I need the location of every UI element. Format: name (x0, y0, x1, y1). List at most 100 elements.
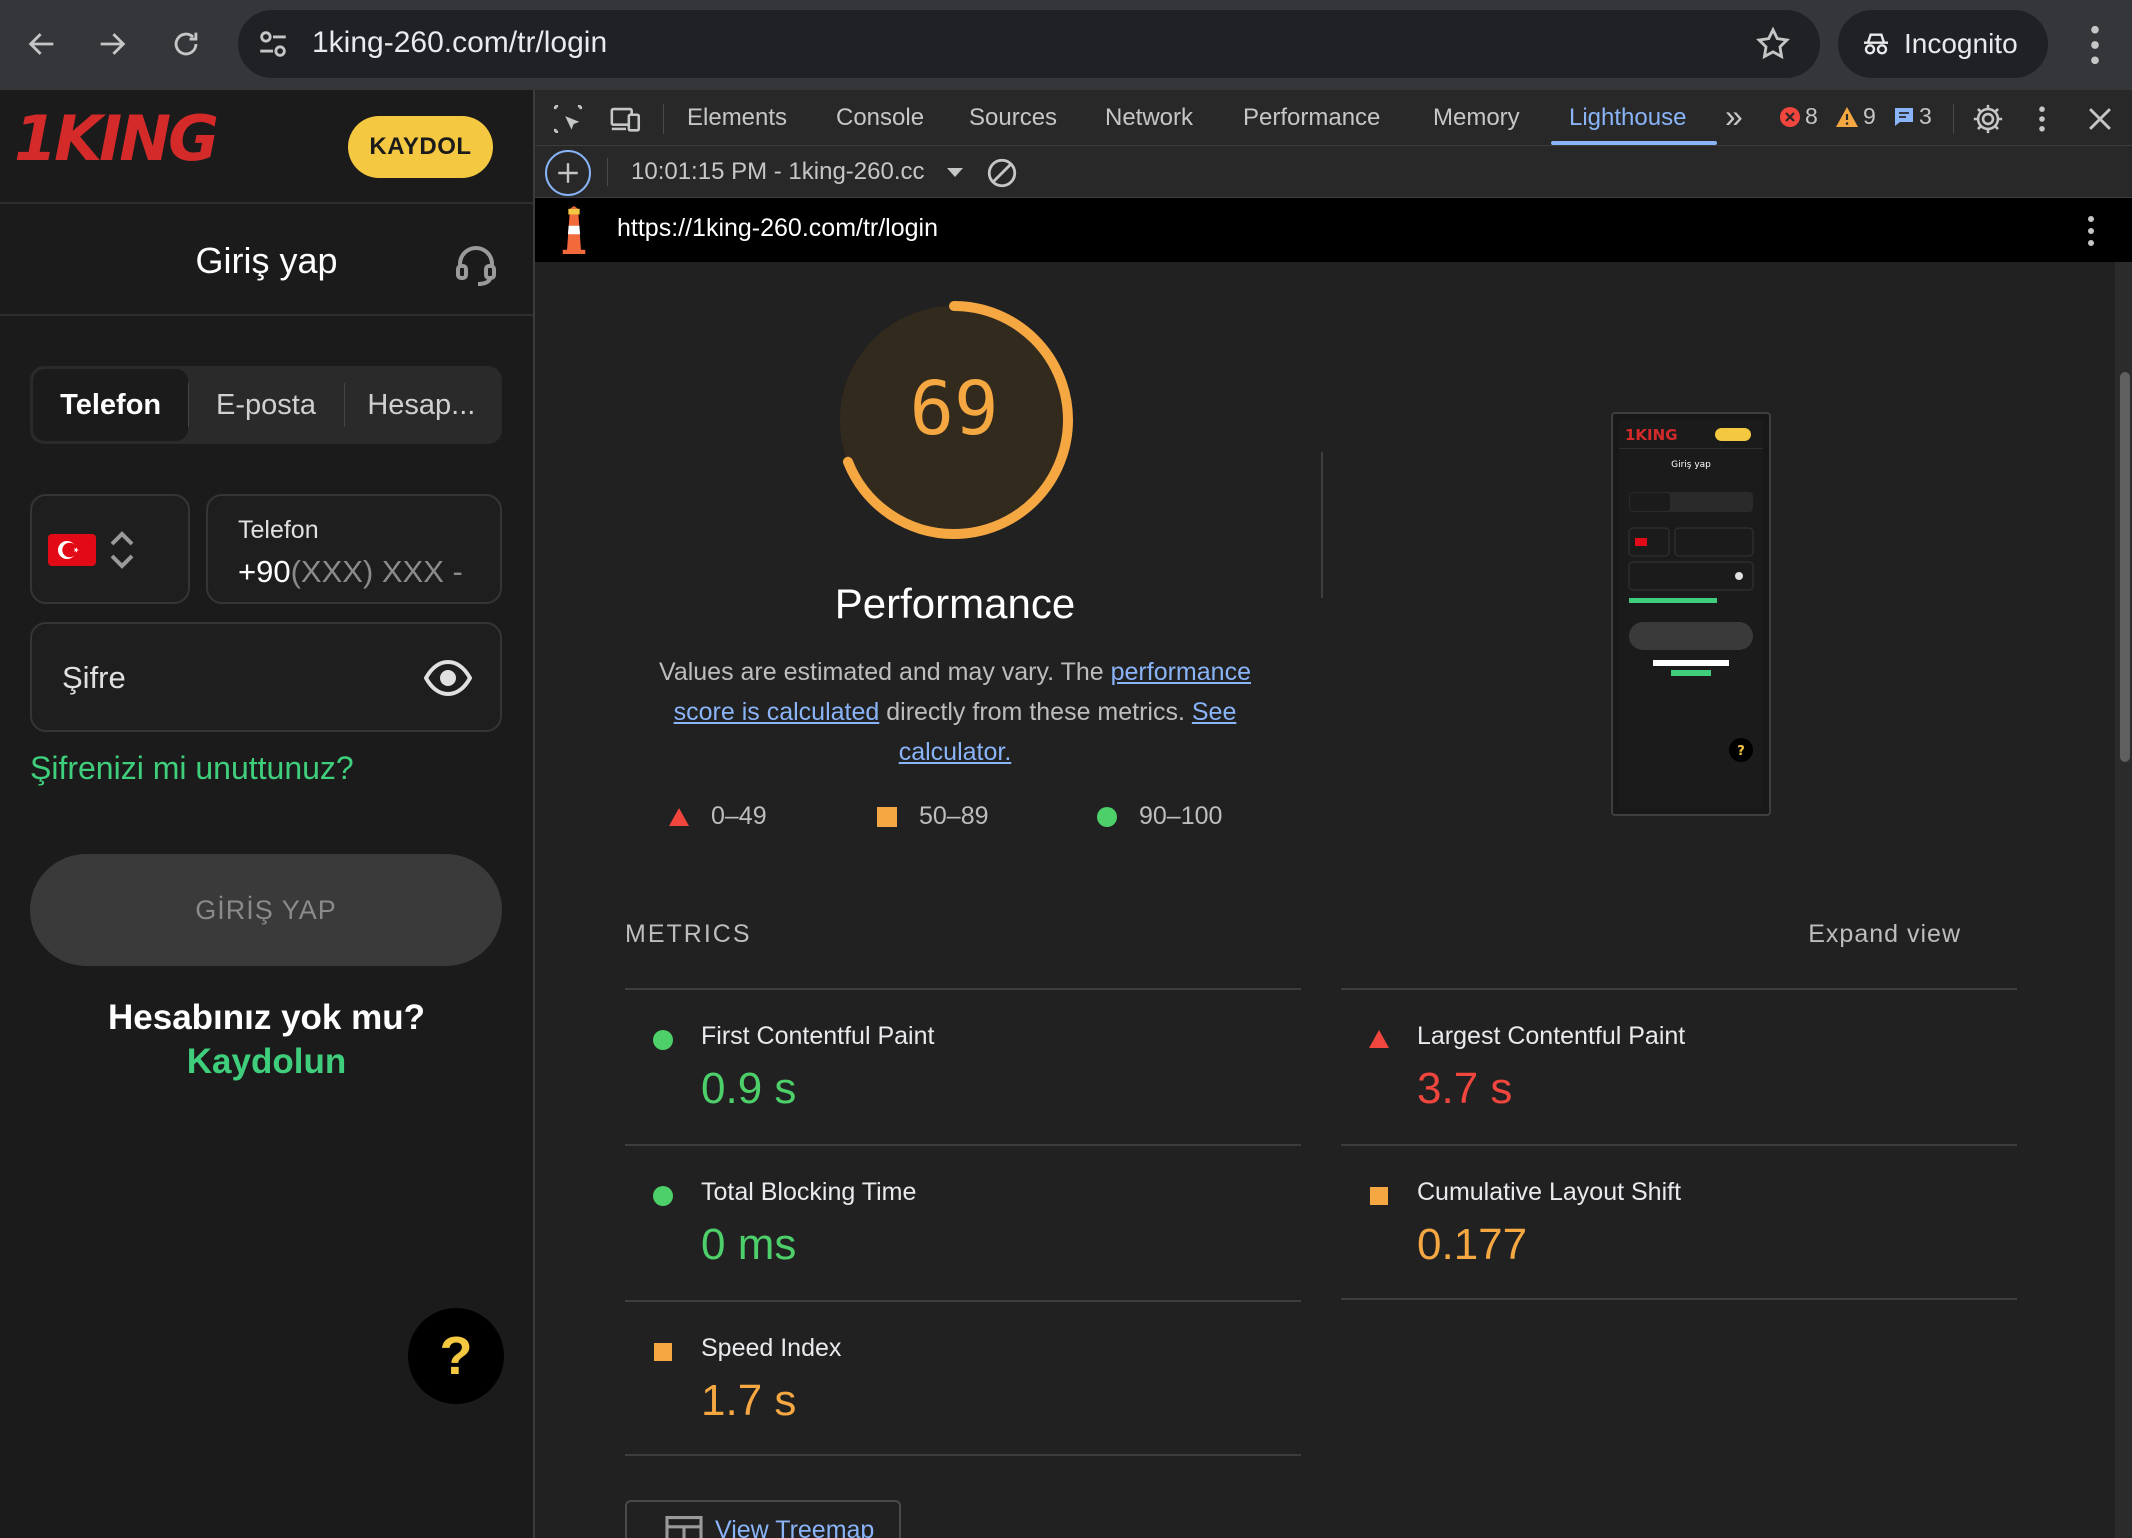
forgot-password-link[interactable]: Şifrenizi mi unuttunuz? (30, 750, 354, 787)
tab-performance[interactable]: Performance (1243, 104, 1380, 132)
performance-score: 69 (909, 366, 999, 452)
tab-phone[interactable]: Telefon (33, 369, 189, 441)
tab-email[interactable]: E-posta (188, 369, 343, 441)
inspect-element-icon[interactable] (551, 102, 585, 136)
message-count: 3 (1919, 103, 1932, 129)
treemap-icon (665, 1516, 703, 1538)
url-text[interactable]: 1king-260.com/tr/login (312, 26, 607, 60)
report-selector[interactable]: 10:01:15 PM - 1king-260.cc (631, 158, 925, 186)
legend-average: 50–89 (877, 802, 989, 831)
metric-cls: Cumulative Layout Shift 0.177 (1341, 1144, 2017, 1300)
headset-support-icon[interactable] (452, 240, 500, 288)
warning-icon (1836, 106, 1858, 127)
expand-view-toggle[interactable]: Expand view (1808, 920, 1961, 949)
legend-pass: 90–100 (1097, 802, 1222, 831)
settings-gear-icon[interactable] (1971, 102, 2005, 136)
svg-text:1KING: 1KING (1625, 426, 1678, 444)
lighthouse-logo-icon (562, 206, 586, 254)
help-button[interactable]: ? (408, 1308, 504, 1404)
browser-toolbar: 1king-260.com/tr/login Incognito (0, 0, 2132, 90)
message-icon (1895, 107, 1913, 126)
active-tab-indicator (1551, 141, 1717, 145)
incognito-icon (1864, 33, 1888, 55)
legend-label: 50–89 (919, 802, 989, 830)
tab-sources[interactable]: Sources (969, 104, 1057, 132)
login-button[interactable]: GİRİŞ YAP (30, 854, 502, 966)
tab-network[interactable]: Network (1105, 104, 1193, 132)
lighthouse-report: 69 Performance Values are estimated and … (535, 262, 2115, 1538)
no-account-text: Hesabınız yok mu? (107, 998, 426, 1037)
brand-logo[interactable]: 1KING (14, 108, 219, 170)
view-treemap-button[interactable]: View Treemap (625, 1500, 901, 1538)
clear-reports-icon[interactable] (985, 156, 1019, 190)
toolbar-divider (1953, 104, 1954, 134)
plus-icon (558, 163, 578, 183)
tab-elements[interactable]: Elements (687, 104, 787, 132)
category-title: Performance (834, 580, 1076, 627)
arrow-left-icon (28, 33, 54, 55)
treemap-label: View Treemap (715, 1516, 875, 1538)
incognito-indicator[interactable]: Incognito (1838, 10, 2048, 78)
register-link[interactable]: Kaydolun (0, 1042, 533, 1082)
site-header: 1KING KAYDOL (0, 90, 533, 204)
report-menu-icon[interactable] (2086, 214, 2096, 248)
lighthouse-url-bar: https://1king-260.com/tr/login (535, 198, 2132, 262)
tab-memory[interactable]: Memory (1433, 104, 1520, 132)
toolbar-divider (663, 104, 664, 134)
report-scrollbar[interactable] (2115, 262, 2132, 1538)
tab-account[interactable]: Hesap... (343, 369, 499, 441)
metric-tbt: Total Blocking Time 0 ms (625, 1144, 1301, 1300)
metric-speed-index: Speed Index 1.7 s (625, 1300, 1301, 1456)
page-viewport: 1KING KAYDOL Giriş yap Telefon E-posta H… (0, 90, 533, 1538)
phone-value[interactable]: +90(XXX) XXX - (238, 554, 463, 590)
back-button[interactable] (16, 18, 68, 70)
country-code-select[interactable] (30, 494, 190, 604)
dropdown-caret-icon[interactable] (947, 168, 963, 177)
device-toolbar-icon[interactable] (609, 102, 643, 136)
register-button[interactable]: KAYDOL (348, 116, 493, 178)
metric-value: 1.7 s (701, 1376, 797, 1425)
metric-fcp: First Contentful Paint 0.9 s (625, 988, 1301, 1144)
desc-text: directly from these metrics. (879, 698, 1192, 726)
legend-label: 0–49 (711, 802, 767, 830)
error-count: 8 (1805, 103, 1818, 129)
browser-menu-icon[interactable] (2074, 22, 2116, 68)
login-header: Giriş yap (0, 204, 533, 316)
new-report-button[interactable] (545, 150, 591, 196)
login-method-tabs: Telefon E-posta Hesap... (30, 366, 502, 444)
reload-button[interactable] (160, 18, 212, 70)
more-tabs-chevron-icon[interactable]: » (1725, 98, 1743, 135)
close-icon[interactable] (2083, 102, 2117, 136)
square-average-icon (877, 806, 897, 827)
audited-url[interactable]: https://1king-260.com/tr/login (617, 214, 938, 243)
tab-lighthouse[interactable]: Lighthouse (1569, 104, 1686, 132)
triangle-fail-icon (1369, 1030, 1389, 1048)
metric-value: 0.9 s (701, 1064, 797, 1113)
error-counter[interactable]: 8 (1779, 103, 1818, 130)
reload-icon (174, 32, 198, 56)
address-bar[interactable]: 1king-260.com/tr/login (238, 10, 1820, 78)
phone-prefix: +90 (238, 554, 291, 589)
phone-placeholder: (XXX) XXX - (290, 554, 463, 589)
phone-label: Telefon (238, 516, 319, 544)
metric-name: First Contentful Paint (701, 1022, 935, 1050)
site-settings-icon[interactable] (256, 27, 290, 61)
score-legend: 0–49 50–89 90–100 (669, 802, 1269, 842)
desc-text: Values are estimated and may vary. The (659, 658, 1111, 686)
scrollbar-thumb[interactable] (2120, 372, 2130, 762)
password-label: Şifre (62, 660, 126, 695)
forward-button[interactable] (86, 18, 138, 70)
warning-counter[interactable]: 9 (1835, 103, 1876, 130)
message-counter[interactable]: 3 (1893, 103, 1932, 130)
phone-input[interactable]: Telefon +90(XXX) XXX - (206, 494, 502, 604)
devtools-menu-icon[interactable] (2035, 102, 2049, 136)
password-input[interactable]: Şifre (30, 622, 502, 732)
triangle-fail-icon (669, 807, 689, 826)
legend-label: 90–100 (1139, 802, 1223, 830)
bookmark-star-icon[interactable] (1754, 25, 1792, 63)
circle-pass-icon (1097, 806, 1117, 827)
svg-text:?: ? (1737, 744, 1745, 759)
final-screenshot-thumbnail[interactable]: 1KING Giriş yap ? (1611, 412, 1771, 816)
eye-icon[interactable] (424, 658, 472, 698)
tab-console[interactable]: Console (836, 104, 924, 132)
